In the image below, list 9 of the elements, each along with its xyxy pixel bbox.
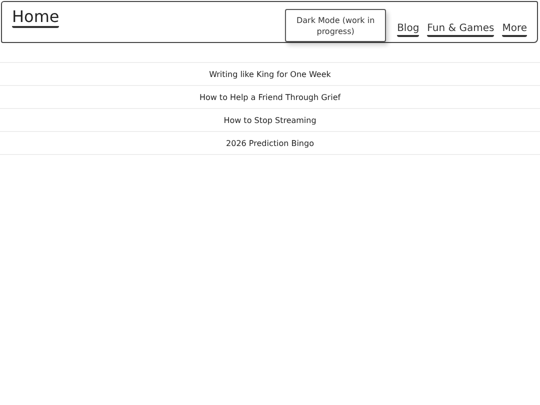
dark-mode-button[interactable]: Dark Mode (work in progress) xyxy=(285,9,386,42)
nav-link[interactable]: Fun & Games xyxy=(427,22,494,37)
post-link[interactable]: How to Help a Friend Through Grief xyxy=(199,92,341,102)
nav-link[interactable]: Blog xyxy=(397,22,420,37)
home-link[interactable]: Home xyxy=(12,7,60,28)
post-link[interactable]: 2026 Prediction Bingo xyxy=(226,138,314,148)
post-link[interactable]: How to Stop Streaming xyxy=(224,116,316,124)
nav-link[interactable]: More xyxy=(502,22,527,37)
post-link[interactable]: Writing like King for One Week xyxy=(209,70,331,78)
